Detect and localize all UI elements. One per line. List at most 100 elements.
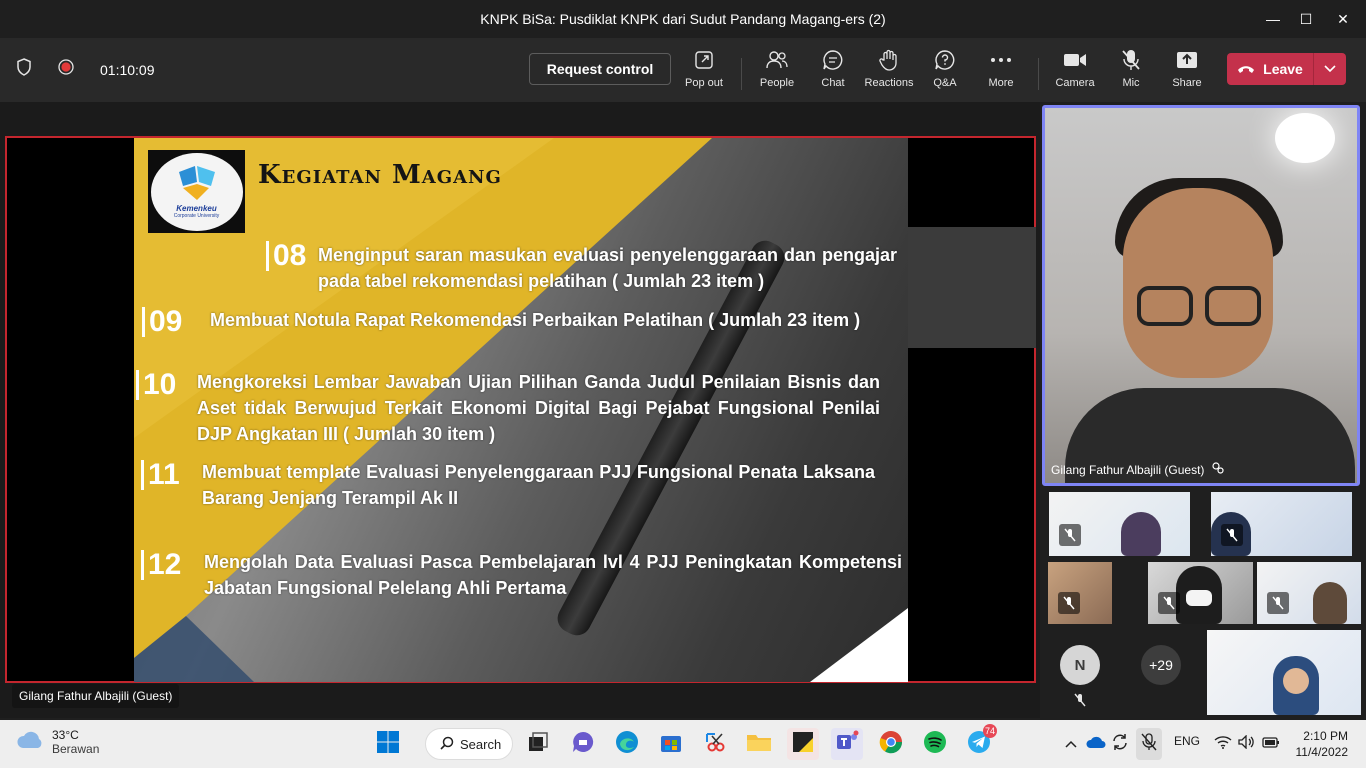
wifi-icon: [1214, 735, 1232, 754]
participant-avatar[interactable]: N: [1060, 645, 1100, 685]
input-language[interactable]: ENG: [1174, 734, 1200, 748]
presenter-name-label: Gilang Fathur Albajili (Guest): [12, 684, 180, 708]
share-icon: [1176, 48, 1198, 72]
participant-tile[interactable]: [1048, 562, 1112, 624]
file-explorer-button[interactable]: [743, 728, 775, 760]
snipping-tool-button[interactable]: [699, 728, 731, 760]
item-text-09: Membuat Notula Rapat Rekomendasi Perbaik…: [210, 310, 861, 330]
start-button[interactable]: [372, 728, 404, 760]
share-label: Share: [1172, 77, 1202, 89]
spotify-icon: [923, 730, 947, 759]
request-control-button[interactable]: Request control: [529, 53, 671, 85]
meeting-toolbar: 01:10:09 Request control Pop out People …: [0, 38, 1366, 102]
camera-button[interactable]: Camera: [1047, 48, 1103, 94]
telegram-button[interactable]: 74: [963, 724, 998, 760]
close-icon: ✕: [1337, 10, 1349, 27]
taskbar-search[interactable]: Search: [425, 728, 513, 760]
chat-button[interactable]: Chat: [805, 48, 861, 94]
volume-button[interactable]: [1236, 728, 1258, 760]
onedrive-button[interactable]: [1084, 728, 1108, 760]
ceiling-light: [1275, 113, 1335, 163]
participant-tile[interactable]: [1148, 562, 1253, 624]
people-icon: [765, 48, 789, 72]
item-text-12: Mengolah Data Evaluasi Pasca Pembelajara…: [204, 552, 902, 598]
item-number-12: 12: [141, 550, 181, 580]
participant-tile[interactable]: [1257, 562, 1361, 624]
qa-button[interactable]: Q&A: [917, 48, 973, 94]
people-label: People: [759, 77, 795, 89]
toolbar-divider: [741, 58, 742, 90]
item-text-10: Mengkoreksi Lembar Jawaban Ujian Pilihan…: [197, 372, 880, 444]
participant-tile[interactable]: [1211, 492, 1352, 556]
window-title: KNPK BiSa: Pusdiklat KNPK dari Sudut Pan…: [480, 11, 886, 27]
teams-button[interactable]: [831, 728, 863, 760]
logo-text: Kemenkeu: [176, 204, 217, 213]
reactions-button[interactable]: Reactions: [861, 48, 917, 94]
store-button[interactable]: [655, 728, 687, 760]
mic-muted-icon: [1074, 693, 1086, 712]
logo-subtext: Corporate University: [173, 213, 220, 219]
folder-icon: [746, 731, 772, 758]
kemenkeu-logo: Kemenkeu Corporate University: [148, 150, 245, 233]
windows-taskbar: 33°C Berawan Search 74 ENG 2:10 PM 11/4/…: [0, 720, 1366, 768]
recording-icon: [58, 59, 74, 80]
mic-muted-icon: [1221, 524, 1243, 546]
chevron-down-icon: [1324, 60, 1336, 78]
windows-icon: [376, 730, 400, 759]
edge-button[interactable]: [611, 728, 643, 760]
pop-out-label: Pop out: [685, 77, 723, 89]
share-button[interactable]: Share: [1159, 48, 1215, 94]
leave-options-button[interactable]: [1314, 60, 1346, 78]
more-icon: [990, 48, 1012, 72]
sticky-notes-button[interactable]: [787, 728, 819, 760]
pop-out-button[interactable]: Pop out: [676, 48, 732, 94]
leave-button[interactable]: Leave: [1227, 53, 1346, 85]
mic-button[interactable]: Mic: [1103, 48, 1159, 94]
title-bar: KNPK BiSa: Pusdiklat KNPK dari Sudut Pan…: [0, 0, 1366, 38]
teams-chat-button[interactable]: [567, 728, 599, 760]
battery-button[interactable]: [1260, 728, 1282, 760]
onedrive-icon: [1086, 735, 1106, 754]
participant-tile[interactable]: [1049, 492, 1190, 556]
shared-screen-side-panel: [908, 227, 1036, 348]
edge-icon: [615, 730, 639, 759]
item-text-08: Menginput saran masukan evaluasi penyele…: [318, 245, 897, 291]
main-video-name: Gilang Fathur Albajili (Guest): [1051, 462, 1225, 477]
chevron-up-icon: [1065, 735, 1077, 753]
people-button[interactable]: People: [749, 48, 805, 94]
weather-widget[interactable]: 33°C Berawan: [16, 728, 99, 756]
maximize-icon: ☐: [1299, 10, 1313, 27]
close-window-button[interactable]: ✕: [1320, 0, 1366, 38]
pin-icon: [1212, 462, 1225, 477]
mic-muted-icon: [1158, 592, 1180, 614]
pop-out-icon: [694, 48, 714, 72]
cloud-icon: [16, 730, 44, 755]
chat-app-icon: [571, 730, 595, 759]
weather-temp: 33°C: [52, 728, 79, 742]
chrome-icon: [879, 730, 903, 759]
mic-tray-button[interactable]: [1136, 728, 1162, 760]
search-label: Search: [460, 736, 502, 752]
item-number-08: 08: [266, 241, 306, 271]
system-clock[interactable]: 2:10 PM 11/4/2022: [1286, 728, 1349, 760]
more-button[interactable]: More: [973, 48, 1029, 94]
leave-label: Leave: [1263, 61, 1303, 77]
sync-button[interactable]: [1108, 728, 1132, 760]
item-number-10: 10: [136, 370, 176, 400]
scissors-icon: [703, 730, 727, 759]
spotify-button[interactable]: [919, 728, 951, 760]
main-participant-video[interactable]: Gilang Fathur Albajili (Guest): [1042, 105, 1360, 486]
show-hidden-icons-button[interactable]: [1060, 728, 1082, 760]
hand-icon: [878, 48, 900, 72]
more-participants-button[interactable]: +29: [1141, 645, 1181, 685]
clock-date: 11/4/2022: [1295, 745, 1349, 759]
chat-icon: [822, 48, 844, 72]
sticky-notes-icon: [792, 731, 814, 758]
chrome-button[interactable]: [875, 728, 907, 760]
volume-icon: [1238, 733, 1256, 754]
mic-muted-icon: [1059, 524, 1081, 546]
toolbar-divider: [1038, 58, 1039, 90]
task-view-button[interactable]: [522, 728, 554, 760]
wifi-button[interactable]: [1212, 728, 1234, 760]
participant-tile[interactable]: [1207, 630, 1361, 715]
